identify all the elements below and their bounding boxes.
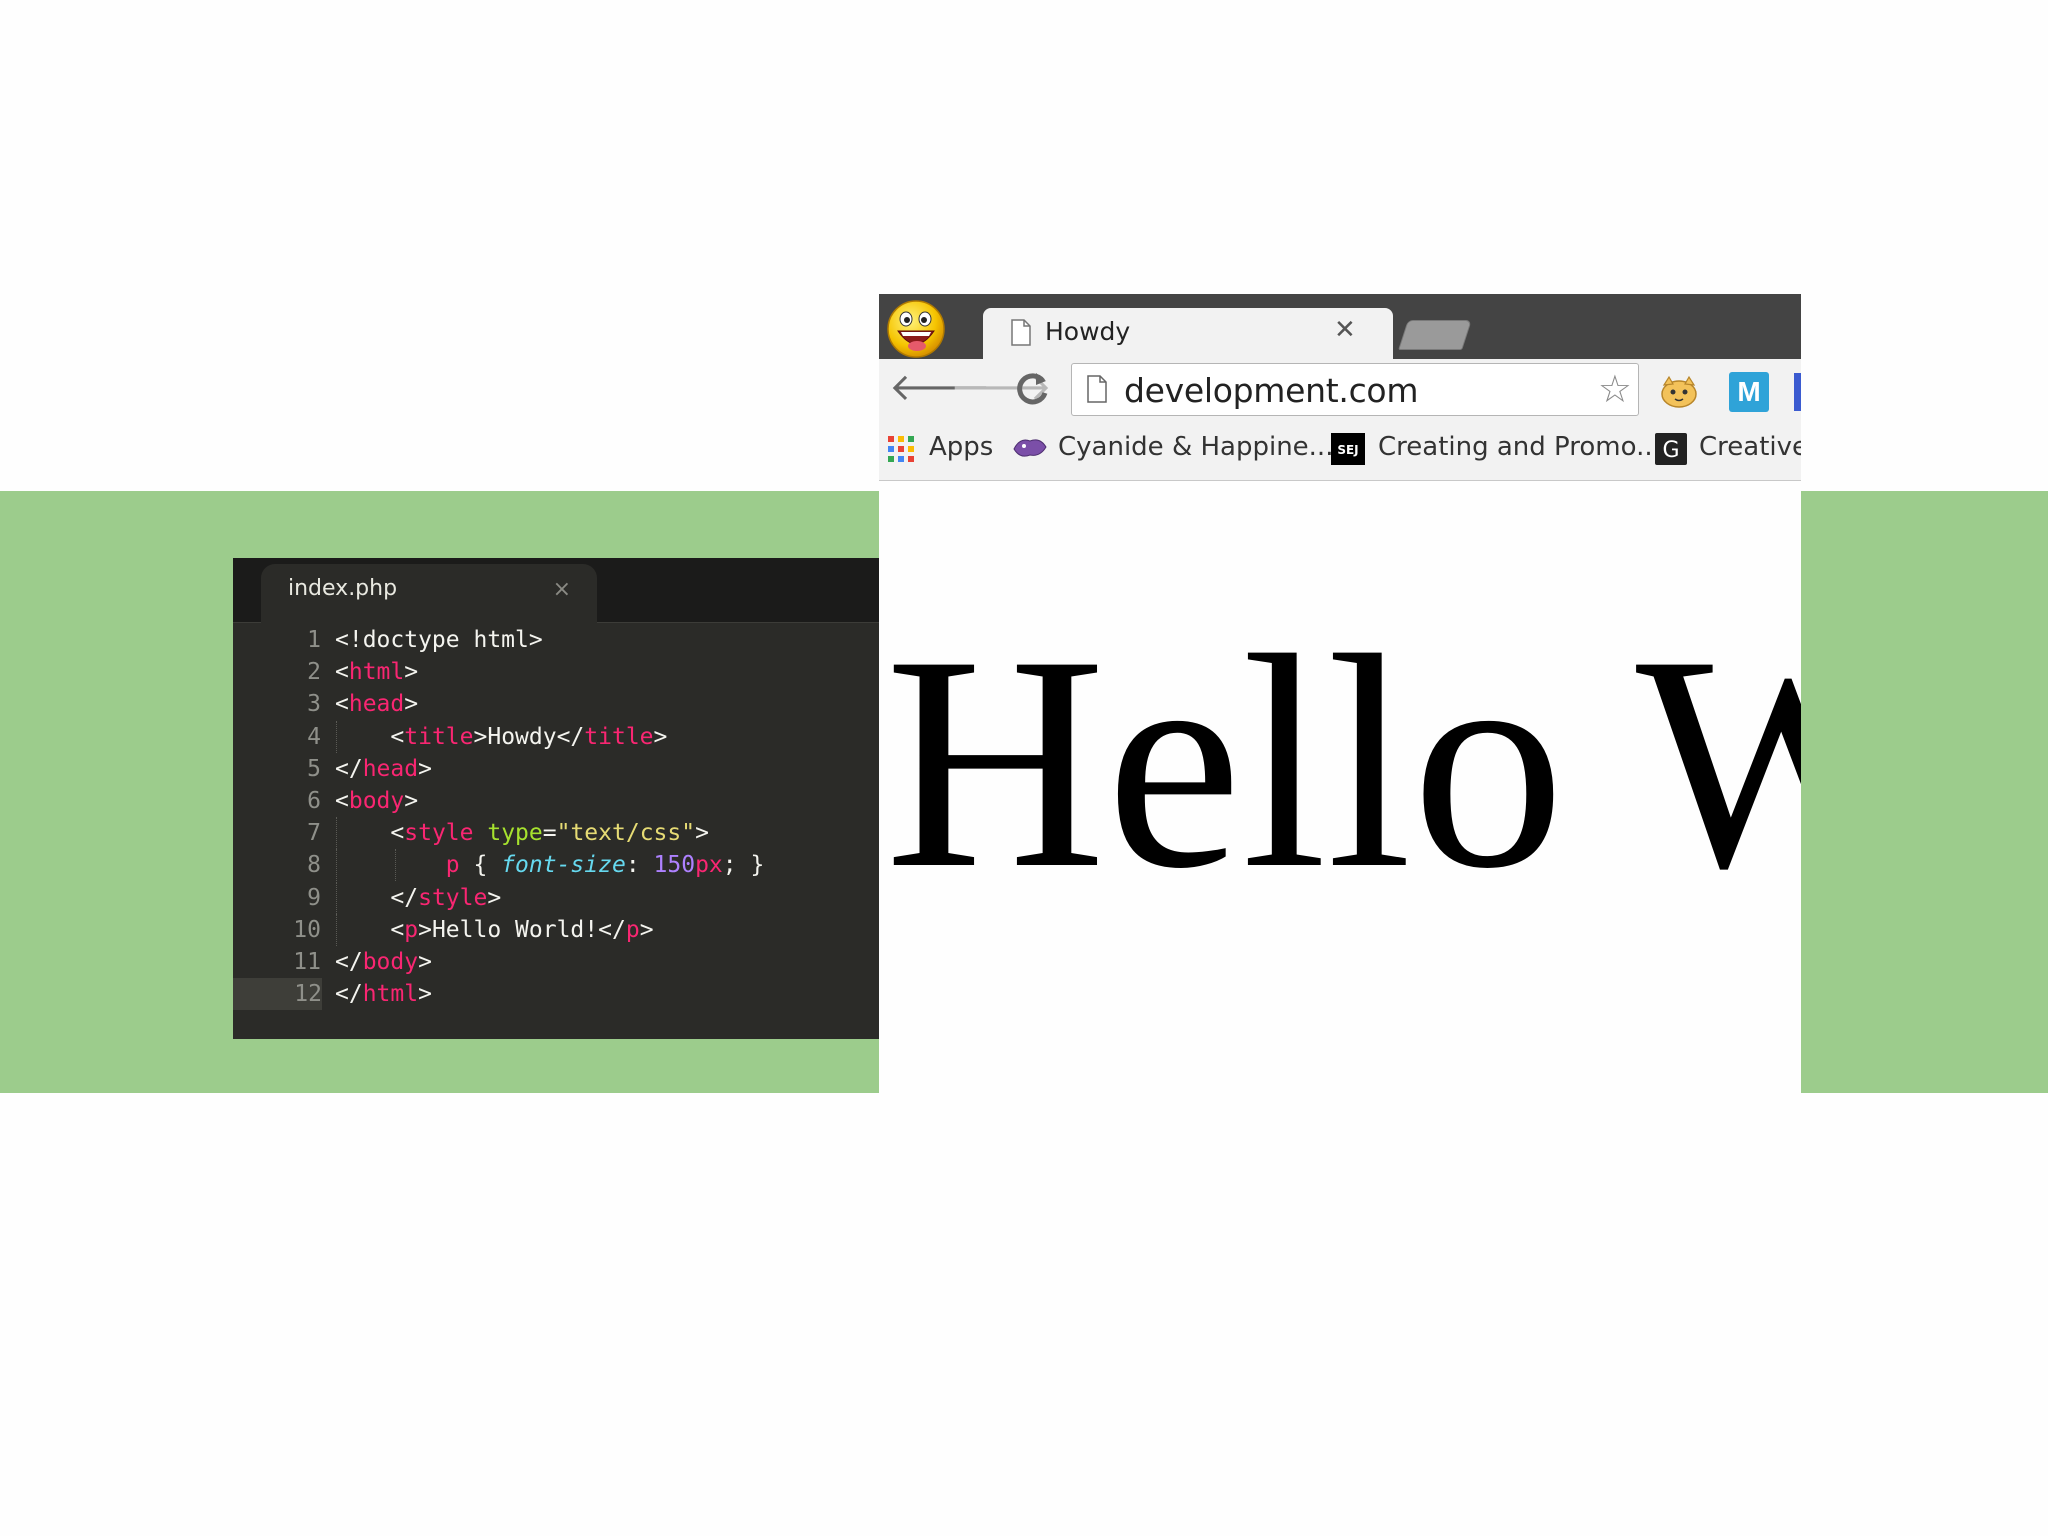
line-code: </html>	[335, 981, 432, 1008]
line-code: <body>	[335, 787, 419, 814]
line-number: 2	[307, 659, 321, 686]
url-text[interactable]: development.com	[1124, 371, 1418, 410]
line-code: <html>	[335, 659, 419, 686]
svg-text:G: G	[1662, 438, 1679, 463]
line-code: <head>	[335, 691, 419, 718]
line-code: <style type="text/css">	[335, 820, 709, 847]
code-line[interactable]: 1 <!doctype html>	[233, 624, 879, 656]
close-icon[interactable]: ✕	[1334, 315, 1356, 345]
extension-m-icon[interactable]: M	[1729, 372, 1769, 412]
line-number: 1	[307, 627, 321, 653]
reload-icon[interactable]	[1012, 369, 1052, 409]
editor-tab-bar: index.php ×	[233, 558, 879, 623]
line-number: 12	[233, 978, 322, 1011]
bookmarks-bar: Apps Cyanide & Happine... SEJ Creating a…	[879, 419, 1801, 481]
address-bar[interactable]: development.com ☆	[1071, 363, 1639, 416]
bookmark-cyanide[interactable]: Cyanide & Happine...	[1058, 432, 1333, 462]
code-line[interactable]: 8 p { font-size: 150px; }	[233, 849, 879, 882]
bookmark-apps[interactable]: Apps	[929, 432, 993, 462]
bookmark-creating[interactable]: Creating and Promo...	[1378, 432, 1661, 462]
extension-cat-icon[interactable]	[1659, 375, 1699, 409]
code-line[interactable]: 10 <p>Hello World!</p>	[233, 913, 879, 946]
hello-world-text: Hello World!	[885, 593, 1801, 932]
line-number: 8	[307, 852, 321, 879]
editor-tab-index-php[interactable]: index.php ×	[261, 564, 597, 623]
code-line[interactable]: 6 <body>	[233, 785, 879, 817]
code-line[interactable]: 4 <title>Howdy</title>	[233, 720, 879, 753]
line-code: <!doctype html>	[335, 627, 543, 653]
star-icon[interactable]: ☆	[1598, 369, 1632, 409]
code-line[interactable]: 7 <style type="text/css">	[233, 817, 879, 850]
browser-tab-howdy[interactable]: Howdy ✕	[983, 308, 1393, 360]
line-code: <p>Hello World!</p>	[335, 916, 654, 943]
code-line[interactable]: 3 <head>	[233, 688, 879, 720]
close-icon[interactable]: ×	[553, 577, 571, 602]
code-line[interactable]: 12 </html>	[233, 978, 879, 1011]
line-number: 9	[307, 884, 321, 911]
apps-grid-icon[interactable]	[887, 435, 915, 463]
editor-tab-label: index.php	[288, 576, 398, 601]
new-tab-button[interactable]	[1398, 320, 1472, 350]
code-editor: index.php × 1 <!doctype html> 2 <html> 3 <hea…	[233, 558, 879, 1039]
line-number: 10	[293, 916, 321, 943]
tab-title: Howdy	[1045, 317, 1131, 346]
bookmark-creative[interactable]: Creative	[1699, 432, 1801, 462]
line-number: 5	[307, 755, 321, 782]
cyanide-bird-icon[interactable]	[1012, 435, 1048, 461]
line-code: p { font-size: 150px; }	[445, 852, 765, 879]
page-icon	[1011, 319, 1031, 346]
browser-toolbar: 🡐 🡒 development.com ☆ M	[879, 359, 1801, 419]
g-logo-icon[interactable]: G	[1655, 433, 1687, 465]
browser-titlebar: Howdy ✕	[879, 294, 1801, 360]
line-number: 6	[307, 787, 321, 814]
line-number: 11	[293, 948, 321, 975]
line-number: 3	[307, 691, 321, 718]
code-line[interactable]: 9 </style>	[233, 881, 879, 914]
svg-text:SEJ: SEJ	[1337, 443, 1358, 457]
sej-logo-icon[interactable]: SEJ	[1331, 433, 1365, 465]
line-code: </style>	[335, 884, 502, 911]
avatar-smiley-icon[interactable]	[886, 299, 946, 359]
page-viewport: Hello World!	[879, 481, 1801, 1536]
browser-window: Howdy ✕ 🡐 🡒 development.com ☆ M Apps Cya…	[879, 294, 1801, 1536]
line-code: </head>	[335, 755, 432, 782]
code-area[interactable]: 1 <!doctype html> 2 <html> 3 <head> 4 <title>H…	[233, 624, 879, 1011]
line-number: 4	[307, 723, 321, 750]
code-line[interactable]: 5 </head>	[233, 753, 879, 785]
extension-partial-icon[interactable]	[1794, 373, 1801, 411]
code-line[interactable]: 11 </body>	[233, 946, 879, 978]
code-line[interactable]: 2 <html>	[233, 656, 879, 688]
line-code: </body>	[335, 948, 432, 975]
page-icon	[1087, 375, 1107, 403]
line-number: 7	[307, 820, 321, 847]
line-code: <title>Howdy</title>	[335, 723, 668, 750]
